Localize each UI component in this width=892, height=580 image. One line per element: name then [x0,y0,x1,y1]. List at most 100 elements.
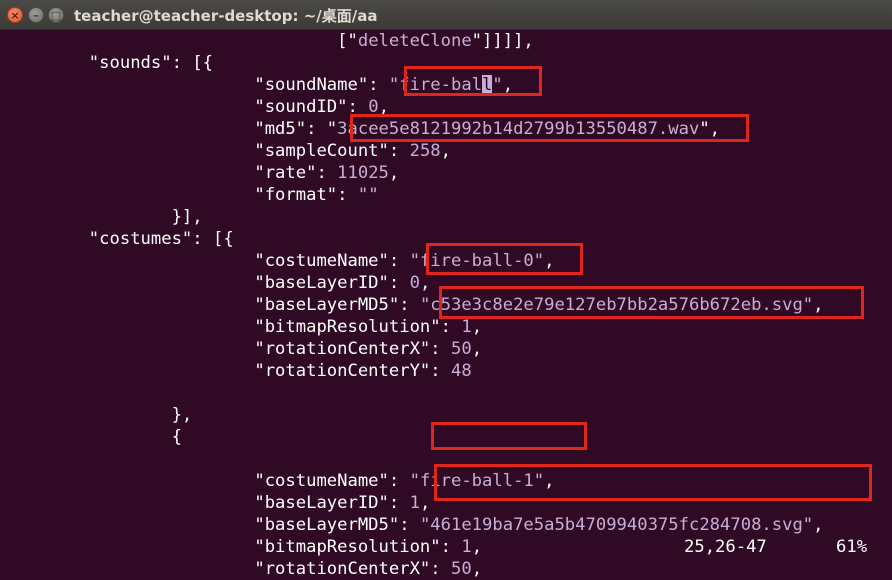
json-punctuation: [" [337,31,358,51]
code-line: "sampleCount": 258, [6,140,451,162]
json-punctuation: , [419,273,431,293]
json-key: "baseLayerID" [254,493,389,513]
json-key: "bitmapResolution" [254,317,441,337]
json-key: "rotationCenterX" [254,559,431,579]
highlight-box [426,243,583,275]
json-punctuation: , [813,515,824,535]
json-key: "sampleCount" [254,141,389,161]
code-line: "rate": 11025, [6,162,399,184]
json-punctuation: , [471,317,483,337]
highlight-box [434,464,872,501]
code-line: "bitmapResolution": 1, [6,316,482,338]
json-punctuation: , [440,141,451,161]
close-window-button[interactable]: × [7,7,23,23]
json-punctuation: : [388,493,410,513]
code-line: "rotationCenterY": 48 [6,360,471,382]
json-punctuation: : [337,185,358,205]
json-key: "baseLayerID" [254,273,389,293]
json-key: "sounds" [88,53,172,73]
code-line: }], [6,206,203,228]
minimize-window-button[interactable]: – [28,7,44,23]
json-punctuation: : [388,471,410,491]
json-string: deleteClone [357,31,472,51]
code-line: "baseLayerID": 1, [6,492,430,514]
json-punctuation: : [{ [171,53,213,73]
json-key: "md5" [254,119,307,139]
json-string: "" [357,185,379,205]
code-line: ["deleteClone"]]]], [6,30,534,52]
json-number: 0 [409,273,420,293]
json-punctuation: : [388,273,410,293]
window-title: teacher@teacher-desktop: ~/桌面/aa [74,7,378,25]
json-number: 50 [450,559,472,579]
json-key: "baseLayerMD5" [254,515,400,535]
json-number: 1 [409,493,420,513]
code-line: "baseLayerID": 0, [6,272,430,294]
title-bar: × – □ teacher@teacher-desktop: ~/桌面/aa [0,0,892,30]
highlight-box [350,114,749,142]
json-number: 1 [461,317,472,337]
json-punctuation: : " [306,119,338,139]
code-line: "format": "" [6,184,379,206]
code-line: }, [6,404,193,426]
json-key: "bitmapResolution" [254,537,441,557]
json-key: "rotationCenterY" [254,361,431,381]
json-key: "rate" [254,163,317,183]
terminal-editor[interactable]: ["deleteClone"]]]], "sounds": [{ "soundN… [0,30,892,579]
code-line: "bitmapResolution": 1, [6,536,482,558]
json-punctuation: , [388,163,400,183]
cursor-position: 25,26-47 [684,537,767,557]
highlight-box [431,422,587,450]
highlight-box [439,286,864,319]
json-key: "costumes" [88,229,193,249]
code-line: "rotationCenterX": 50, [6,338,482,360]
json-punctuation: : [388,141,410,161]
code-line: "baseLayerMD5": "461e19ba7e5a5b470994037… [6,514,824,536]
json-number: 1 [461,537,472,557]
json-punctuation: : [430,361,451,381]
json-key: "rotationCenterX" [254,339,431,359]
maximize-window-button[interactable]: □ [48,7,64,23]
json-punctuation: "]]]], [471,31,534,51]
json-punctuation: , [419,493,431,513]
json-punctuation: : [399,295,420,315]
json-number: 50 [450,339,472,359]
json-punctuation: : [399,515,420,535]
json-key: "baseLayerMD5" [254,295,400,315]
json-key: "costumeName" [254,251,389,271]
json-punctuation: : [430,339,451,359]
code-line: "sounds": [{ [6,52,213,74]
scroll-percent: 61% [836,537,868,557]
code-line: "costumes": [{ [6,228,234,250]
highlight-box [404,66,542,96]
json-punctuation: : [440,317,462,337]
json-punctuation: : [316,163,338,183]
json-key: "soundName" [254,75,369,95]
json-punctuation: , [471,339,483,359]
json-key: "costumeName" [254,471,389,491]
json-punctuation: : [388,251,410,271]
code-line: "rotationCenterX": 50, [6,558,482,580]
